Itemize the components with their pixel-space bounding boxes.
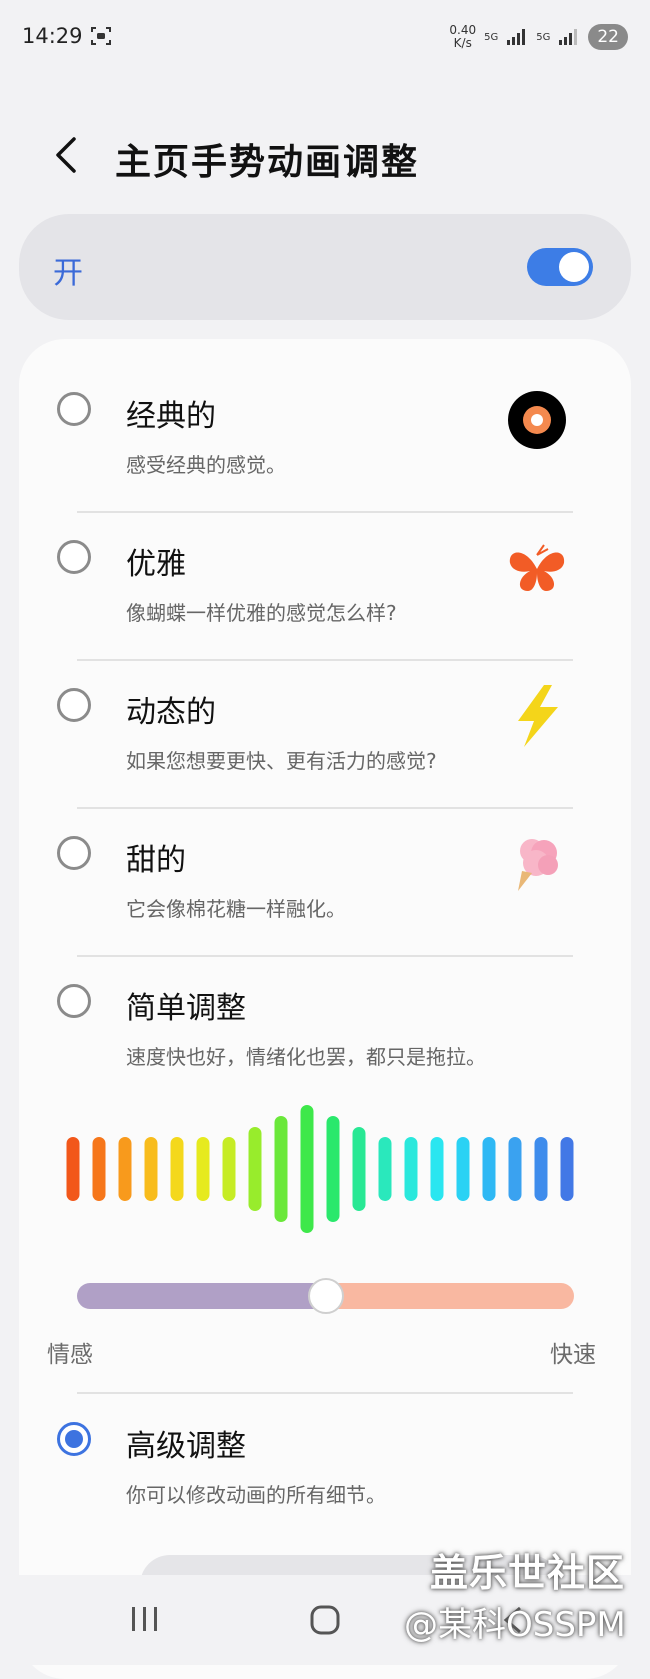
lightning-bolt-icon xyxy=(518,685,558,747)
vinyl-record-icon xyxy=(508,391,566,449)
signal-icon xyxy=(507,29,526,45)
slider-label-emotion: 情感 xyxy=(47,1342,93,1368)
preview-bar xyxy=(404,1137,418,1201)
option-description: 像蝴蝶一样优雅的感觉怎么样? xyxy=(126,601,397,625)
radio-simple-adjust[interactable] xyxy=(57,984,91,1018)
slider-fill-left xyxy=(77,1283,326,1309)
page-title: 主页手势动画调整 xyxy=(115,142,420,183)
butterfly-icon xyxy=(509,544,565,591)
status-time: 14:29 xyxy=(22,24,83,48)
preview-bar xyxy=(222,1137,236,1201)
status-indicators: 0.40 K/s 5G 5G 22 xyxy=(449,24,628,50)
option-dynamic[interactable]: 动态的 如果您想要更快、更有活力的感觉? xyxy=(19,655,631,802)
preview-bar xyxy=(66,1137,80,1201)
screen-recorder-icon xyxy=(91,27,111,45)
animation-preview-bars xyxy=(66,1105,574,1233)
master-toggle[interactable] xyxy=(527,248,593,286)
preview-bar xyxy=(560,1137,574,1201)
animation-options-card: 经典的 感受经典的感觉。 优雅 像蝴蝶一样优雅的感觉怎么样? 动态的 如果您想要… xyxy=(19,339,631,1679)
radio-classic[interactable] xyxy=(57,392,91,426)
preview-bar xyxy=(430,1137,444,1201)
preview-bar xyxy=(118,1137,132,1201)
watermark-author: @某科OSSPM xyxy=(404,1605,626,1645)
preview-bar xyxy=(274,1116,288,1222)
radio-elegant[interactable] xyxy=(57,540,91,574)
slider-fill-right xyxy=(325,1283,574,1309)
master-switch-row[interactable]: 开 xyxy=(19,214,631,320)
option-description: 你可以修改动画的所有细节。 xyxy=(126,1483,386,1507)
slider-thumb[interactable] xyxy=(307,1278,344,1314)
preview-bar xyxy=(534,1137,548,1201)
home-icon[interactable] xyxy=(309,1604,341,1636)
option-description: 速度快也好，情绪化也罢，都只是拖拉。 xyxy=(126,1045,486,1069)
option-elegant[interactable]: 优雅 像蝴蝶一样优雅的感觉怎么样? xyxy=(19,507,631,654)
battery-indicator: 22 xyxy=(588,24,628,50)
preview-bar xyxy=(300,1105,314,1233)
signal-icon-2 xyxy=(559,29,578,45)
master-switch-label: 开 xyxy=(53,256,83,291)
cotton-candy-icon xyxy=(518,839,558,891)
page-header: 主页手势动画调整 xyxy=(0,115,650,195)
back-button[interactable] xyxy=(46,135,86,175)
slider-label-fast: 快速 xyxy=(550,1342,596,1368)
status-bar: 14:29 0.40 K/s 5G 5G 22 xyxy=(0,0,650,76)
preview-bar xyxy=(144,1137,158,1201)
preview-bar xyxy=(508,1137,522,1201)
option-title: 高级调整 xyxy=(126,1429,246,1464)
network-type-2: 5G xyxy=(536,31,551,43)
recent-apps-icon[interactable] xyxy=(128,1605,162,1633)
watermark-community: 盖乐世社区 xyxy=(430,1551,626,1595)
preview-bar xyxy=(456,1137,470,1201)
network-type-1: 5G xyxy=(484,31,499,43)
preview-bar xyxy=(92,1137,106,1201)
network-speed: 0.40 K/s xyxy=(449,23,477,50)
option-sweet[interactable]: 甜的 它会像棉花糖一样融化。 xyxy=(19,803,631,950)
option-description: 感受经典的感觉。 xyxy=(126,453,286,477)
radio-advanced-adjust[interactable] xyxy=(57,1422,91,1456)
preview-bar xyxy=(482,1137,496,1201)
preview-bar xyxy=(248,1127,262,1211)
option-title: 优雅 xyxy=(126,547,186,582)
option-title: 动态的 xyxy=(126,695,216,730)
radio-sweet[interactable] xyxy=(57,836,91,870)
option-advanced-adjust[interactable]: 高级调整 你可以修改动画的所有细节。 xyxy=(19,1389,631,1536)
option-simple-adjust[interactable]: 简单调整 速度快也好，情绪化也罢，都只是拖拉。 xyxy=(19,951,631,1098)
option-description: 它会像棉花糖一样融化。 xyxy=(126,897,346,921)
option-title: 简单调整 xyxy=(126,991,246,1026)
preview-bar xyxy=(196,1137,210,1201)
preview-bar xyxy=(326,1116,340,1222)
radio-dynamic[interactable] xyxy=(57,688,91,722)
chevron-left-icon xyxy=(56,137,76,173)
option-title: 甜的 xyxy=(126,843,186,878)
option-classic[interactable]: 经典的 感受经典的感觉。 xyxy=(19,359,631,506)
option-description: 如果您想要更快、更有活力的感觉? xyxy=(126,749,437,773)
preview-bar xyxy=(378,1137,392,1201)
toggle-knob xyxy=(559,252,589,282)
preview-bar xyxy=(170,1137,184,1201)
preview-bar xyxy=(352,1127,366,1211)
option-title: 经典的 xyxy=(126,399,216,434)
